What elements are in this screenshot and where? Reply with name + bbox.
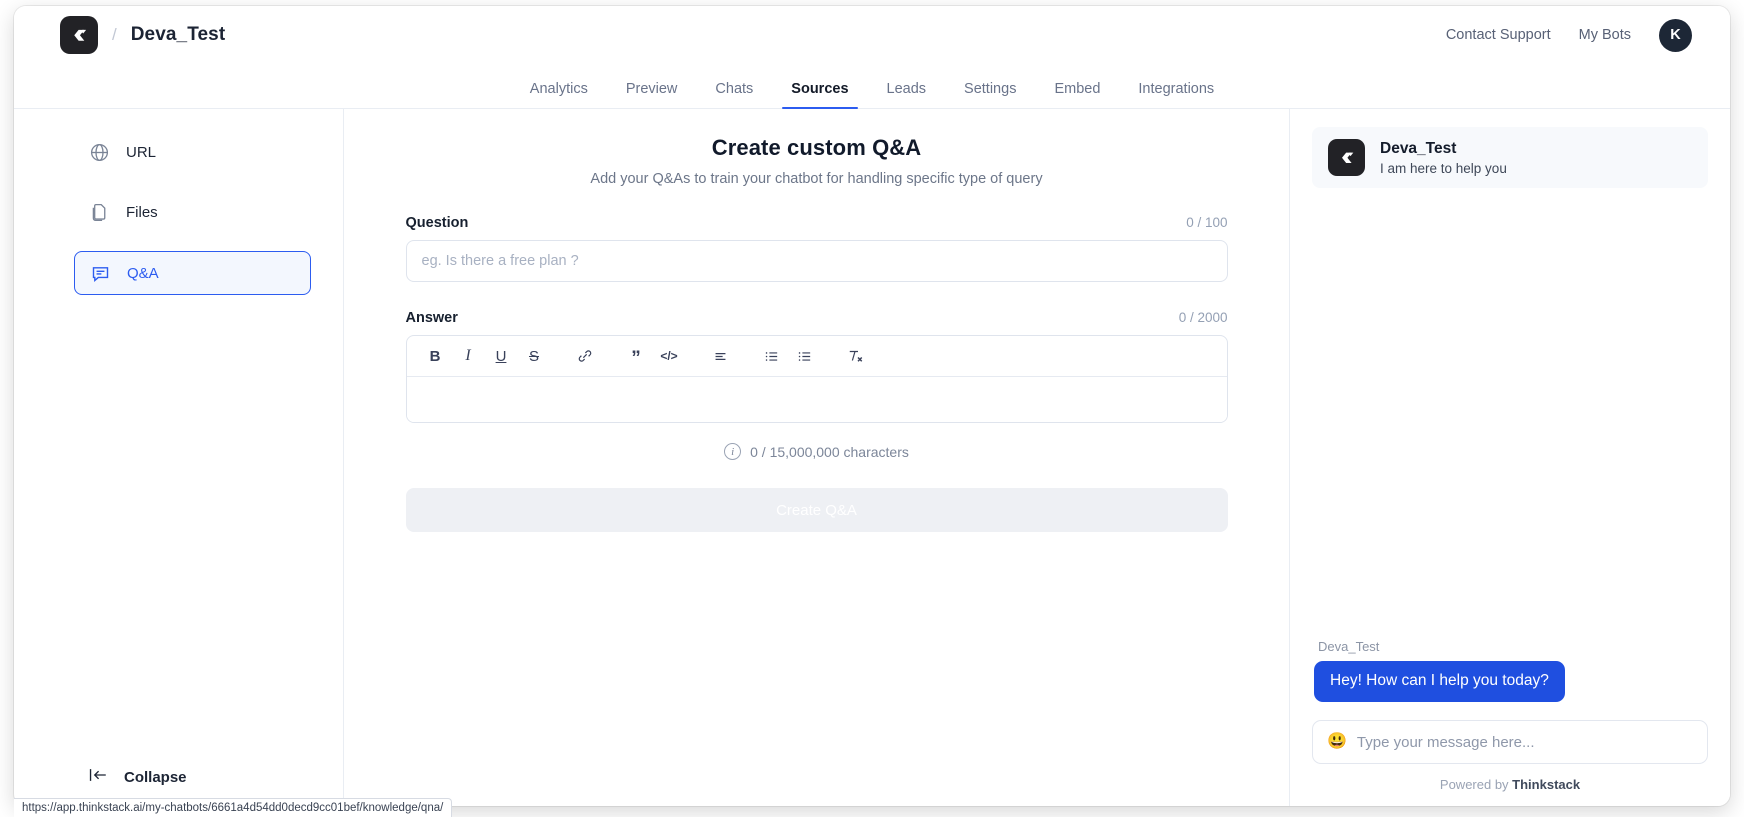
answer-label: Answer bbox=[405, 310, 458, 326]
page-title: Deva_Test bbox=[130, 24, 226, 45]
content-area: URL Files Q&A Collapse Create custom Q&A… bbox=[14, 109, 1730, 806]
tab-sources[interactable]: Sources bbox=[772, 81, 867, 109]
smiley-emoji-icon[interactable]: 😃 bbox=[1327, 734, 1347, 750]
sidebar-item-label: Q&A bbox=[127, 264, 159, 282]
contact-support-link[interactable]: Contact Support bbox=[1446, 27, 1551, 43]
chat-message-list: Deva_Test Hey! How can I help you today? bbox=[1312, 188, 1708, 720]
qna-form-panel: Create custom Q&A Add your Q&As to train… bbox=[344, 109, 1290, 806]
answer-textarea[interactable] bbox=[406, 377, 1227, 422]
strikethrough-icon[interactable]: S bbox=[520, 342, 549, 371]
clear-format-icon[interactable] bbox=[841, 342, 870, 371]
chat-bot-tagline: I am here to help you bbox=[1380, 160, 1507, 176]
app-header: / Deva_Test Contact Support My Bots K bbox=[14, 6, 1730, 64]
italic-icon[interactable]: I bbox=[454, 342, 483, 371]
chat-message-sender: Deva_Test bbox=[1318, 639, 1380, 655]
chat-message-bubble: Hey! How can I help you today? bbox=[1314, 661, 1565, 702]
sidebar-item-url[interactable]: URL bbox=[74, 131, 311, 173]
create-qna-button[interactable]: Create Q&A bbox=[405, 488, 1228, 532]
breadcrumb[interactable]: / Deva_Test bbox=[60, 16, 225, 54]
globe-icon bbox=[88, 141, 110, 163]
powered-prefix: Powered by bbox=[1439, 777, 1513, 792]
character-limit-note: i 0 / 15,000,000 characters bbox=[406, 443, 1228, 460]
chat-message: Deva_Test Hey! How can I help you today? bbox=[1314, 639, 1706, 702]
sidebar-item-label: URL bbox=[126, 143, 157, 161]
powered-brand: Thinkstack bbox=[1512, 777, 1581, 792]
code-icon[interactable]: </> bbox=[655, 342, 684, 371]
screen: / Deva_Test Contact Support My Bots K An… bbox=[0, 0, 1744, 817]
bullet-list-icon[interactable] bbox=[790, 342, 819, 371]
character-limit-text: 0 / 15,000,000 characters bbox=[750, 443, 909, 460]
avatar[interactable]: K bbox=[1659, 18, 1692, 52]
question-field-header: Question 0 / 100 bbox=[406, 215, 1228, 231]
browser-window: / Deva_Test Contact Support My Bots K An… bbox=[14, 6, 1730, 806]
tab-chats[interactable]: Chats bbox=[696, 81, 772, 108]
chat-preview-panel: Deva_Test I am here to help you Deva_Tes… bbox=[1290, 109, 1730, 806]
tab-analytics[interactable]: Analytics bbox=[511, 81, 607, 108]
underline-icon[interactable]: U bbox=[487, 342, 516, 371]
link-icon[interactable] bbox=[571, 342, 600, 371]
tab-leads[interactable]: Leads bbox=[868, 81, 946, 108]
chat-input-placeholder: Type your message here... bbox=[1356, 733, 1535, 751]
bold-icon[interactable]: B bbox=[421, 342, 450, 371]
collapse-left-arrow-icon bbox=[88, 766, 110, 788]
chat-bot-name: Deva_Test bbox=[1380, 139, 1457, 157]
align-icon[interactable] bbox=[706, 342, 735, 371]
chat-widget-header: Deva_Test I am here to help you bbox=[1312, 127, 1708, 188]
answer-editor: B I U S ” </> bbox=[405, 335, 1228, 423]
question-label: Question bbox=[405, 215, 469, 231]
main-tabs: Analytics Preview Chats Sources Leads Se… bbox=[14, 64, 1730, 109]
tab-preview[interactable]: Preview bbox=[607, 81, 697, 108]
chat-bubble-icon bbox=[89, 262, 111, 284]
form-title: Create custom Q&A bbox=[711, 135, 922, 160]
chat-input-row[interactable]: 😃 Type your message here... bbox=[1312, 720, 1708, 764]
question-counter: 0 / 100 bbox=[1186, 215, 1228, 230]
powered-by-label: Powered by Thinkstack bbox=[1312, 777, 1708, 806]
files-icon bbox=[88, 201, 110, 223]
ordered-list-icon[interactable] bbox=[757, 342, 786, 371]
sidebar-item-files[interactable]: Files bbox=[74, 191, 311, 233]
answer-counter: 0 / 2000 bbox=[1178, 310, 1228, 325]
info-icon: i bbox=[724, 443, 742, 460]
tab-integrations[interactable]: Integrations bbox=[1119, 81, 1233, 108]
tab-embed[interactable]: Embed bbox=[1035, 81, 1119, 108]
sidebar-item-qna[interactable]: Q&A bbox=[74, 251, 311, 295]
blockquote-icon[interactable]: ” bbox=[622, 342, 651, 371]
thinkstack-logo-icon[interactable] bbox=[60, 16, 98, 54]
collapse-label: Collapse bbox=[124, 768, 187, 786]
collapse-button[interactable]: Collapse bbox=[88, 766, 187, 788]
editor-toolbar: B I U S ” </> bbox=[406, 336, 1227, 377]
tab-settings[interactable]: Settings bbox=[945, 81, 1035, 108]
form-subtitle: Add your Q&As to train your chatbot for … bbox=[590, 171, 1043, 187]
answer-field-header: Answer 0 / 2000 bbox=[406, 310, 1228, 326]
sidebar-item-label: Files bbox=[126, 203, 158, 221]
my-bots-link[interactable]: My Bots bbox=[1579, 27, 1631, 43]
thinkstack-logo-icon bbox=[1328, 139, 1365, 176]
sources-sidebar: URL Files Q&A Collapse bbox=[14, 109, 344, 806]
status-bar-url: https://app.thinkstack.ai/my-chatbots/66… bbox=[14, 798, 453, 817]
header-actions: Contact Support My Bots K bbox=[1446, 18, 1692, 52]
question-input[interactable] bbox=[405, 240, 1228, 282]
breadcrumb-separator: / bbox=[112, 25, 117, 44]
